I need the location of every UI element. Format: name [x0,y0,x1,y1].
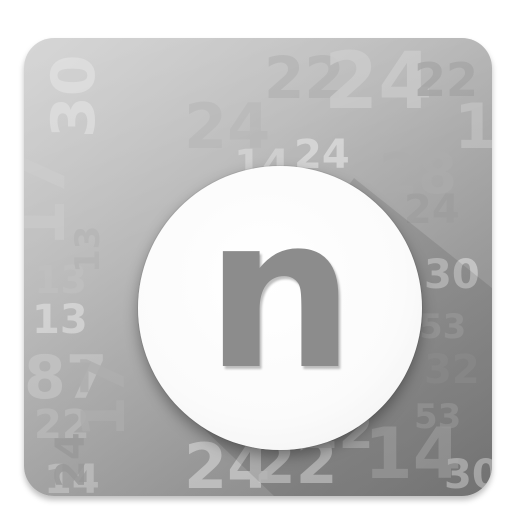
app-icon-canvas: 3022242213241424281724131330135387322217… [0,0,512,512]
pattern-number: 30 [444,452,492,496]
app-icon-tile[interactable]: 3022242213241424281724131330135387322217… [24,38,492,496]
pattern-number: 30 [424,252,480,298]
app-letter-n: n [205,171,355,416]
pattern-number: 32 [424,347,480,393]
pattern-number: 24 [48,432,94,488]
letter-badge-circle: n [138,166,422,450]
pattern-number: 53 [419,307,466,347]
pattern-number: 30 [39,55,109,139]
pattern-number: 13 [454,90,492,163]
pattern-number: 13 [32,297,88,343]
pattern-number: 17 [69,355,139,439]
pattern-number: 13 [68,226,108,273]
